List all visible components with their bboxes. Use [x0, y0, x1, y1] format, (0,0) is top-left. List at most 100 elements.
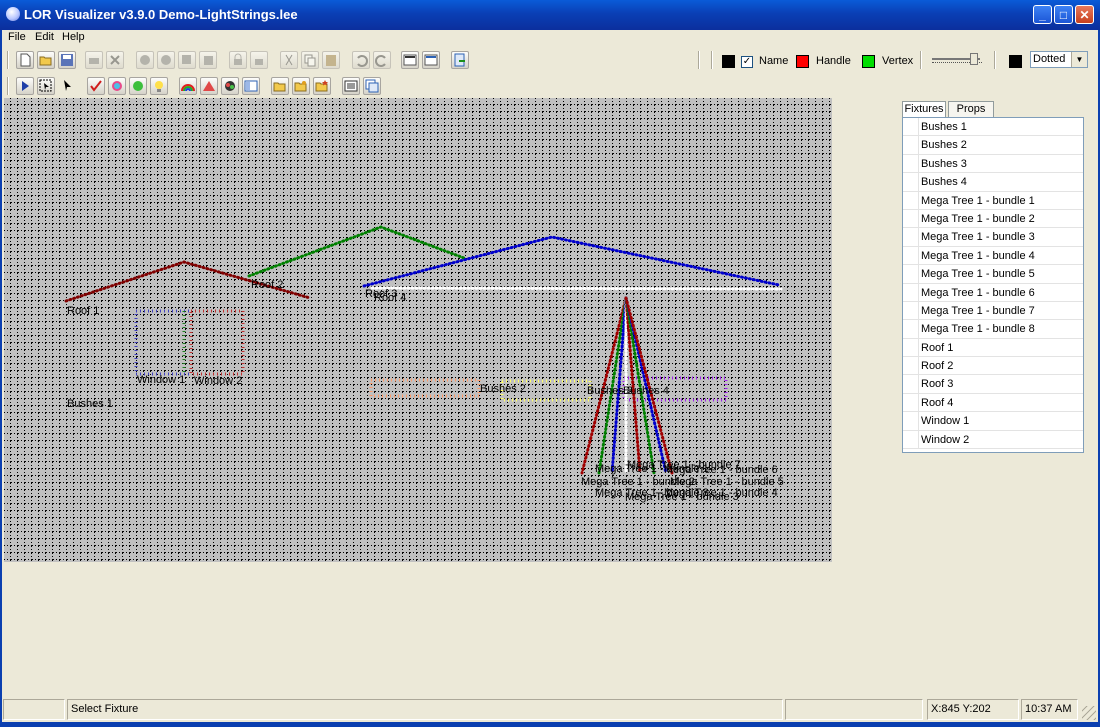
status-coords: X:845 Y:202	[927, 699, 1019, 720]
line-width-slider[interactable]	[932, 53, 982, 67]
open-file-icon[interactable]	[271, 77, 289, 95]
main-toolbar: ✓ Name Handle Vertex Dotted ▼	[0, 48, 1100, 72]
copy-icon[interactable]	[301, 51, 319, 69]
palette-icon[interactable]	[221, 77, 239, 95]
open-folder-icon[interactable]	[37, 51, 55, 69]
select-region-icon[interactable]	[37, 77, 55, 95]
unlock-icon[interactable]	[250, 51, 268, 69]
save-icon[interactable]	[58, 51, 76, 69]
window-frame-left	[0, 30, 2, 722]
list-item[interactable]: Bushes 1	[903, 118, 1083, 137]
redo-icon[interactable]	[373, 51, 391, 69]
label-bushes-4: Bushes 4	[623, 385, 669, 397]
bring-front-icon[interactable]	[178, 51, 196, 69]
group-icon[interactable]	[136, 51, 154, 69]
folder-star-icon[interactable]	[313, 77, 331, 95]
tab-fixtures[interactable]: Fixtures	[902, 101, 946, 118]
new-file-icon[interactable]	[16, 51, 34, 69]
resize-grip-icon[interactable]	[1082, 706, 1096, 720]
check-icon[interactable]	[87, 77, 105, 95]
list-icon[interactable]	[342, 77, 360, 95]
drawing-canvas[interactable]: Roof 1 Roof 2 Roof 3 Roof 4 Window 1 Win…	[4, 98, 832, 562]
list-item[interactable]: Bushes 2	[903, 136, 1083, 156]
name-label: Name	[759, 55, 789, 67]
list-item[interactable]: Roof 3	[903, 375, 1083, 395]
bulb-yellow-icon[interactable]	[150, 77, 168, 95]
list-item[interactable]: Bushes 4	[903, 173, 1083, 192]
canvas-svg[interactable]: Roof 1 Roof 2 Roof 3 Roof 4 Window 1 Win…	[4, 98, 832, 562]
label-roof-2: Roof 2	[251, 279, 283, 291]
folder-icon[interactable]	[292, 77, 310, 95]
delete-icon[interactable]	[106, 51, 124, 69]
bulb-green-icon[interactable]	[129, 77, 147, 95]
list-item[interactable]: Roof 1	[903, 338, 1083, 358]
list-item[interactable]: Mega Tree 1 - bundle 1	[903, 191, 1083, 211]
tab-props[interactable]: Props	[948, 101, 994, 117]
list-item[interactable]: Mega Tree 1 - bundle 4	[903, 246, 1083, 266]
copy-window-icon[interactable]	[363, 77, 381, 95]
list-item[interactable]: Mega Tree 1 - bundle 5	[903, 265, 1083, 284]
cut-icon[interactable]	[280, 51, 298, 69]
list-item[interactable]: Mega Tree 1 - bundle 3	[903, 228, 1083, 248]
triangle-icon[interactable]	[200, 77, 218, 95]
list-item[interactable]: Mega Tree 1 - bundle 6	[903, 283, 1083, 303]
list-item[interactable]: Mega Tree 1 - bundle 2	[903, 209, 1083, 229]
status-bar: Select Fixture X:845 Y:202 10:37 AM	[0, 698, 1100, 722]
layout-icon[interactable]	[242, 77, 260, 95]
status-message: Select Fixture	[67, 699, 783, 720]
list-item[interactable]: Bushes 3	[903, 154, 1083, 174]
label-roof-1: Roof 1	[67, 305, 99, 317]
label-roof-4: Roof 4	[374, 292, 406, 304]
vertex-color-swatch[interactable]	[862, 55, 875, 68]
name-color-swatch[interactable]	[722, 55, 735, 68]
status-pane-blank	[785, 699, 923, 720]
paste-icon[interactable]	[322, 51, 340, 69]
menu-edit[interactable]: Edit	[35, 31, 54, 43]
window-frame-bottom	[0, 722, 1100, 727]
menu-file[interactable]: File	[8, 31, 26, 43]
send-back-icon[interactable]	[199, 51, 217, 69]
grid-icon[interactable]	[422, 51, 440, 69]
export-icon[interactable]	[451, 51, 469, 69]
status-time: 10:37 AM	[1021, 699, 1078, 720]
list-item[interactable]: Window 1	[903, 412, 1083, 432]
lock-icon[interactable]	[229, 51, 247, 69]
close-icon[interactable]: ✕	[1075, 5, 1094, 24]
color-wheel-icon[interactable]	[108, 77, 126, 95]
status-pane-empty	[3, 699, 65, 720]
list-item[interactable]: Mega Tree 1 - bundle 8	[903, 320, 1083, 340]
maximize-icon[interactable]: □	[1054, 5, 1073, 24]
rainbow-icon[interactable]	[179, 77, 197, 95]
label-window-1: Window 1	[137, 374, 185, 386]
window-title: LOR Visualizer v3.9.0 Demo-LightStrings.…	[24, 7, 298, 22]
handle-color-swatch[interactable]	[796, 55, 809, 68]
label-mega-tree-1: Mega Tree 1 - bundle 1	[595, 463, 709, 475]
name-checkbox[interactable]: ✓	[741, 56, 753, 68]
label-mega-tree-3: Mega Tree 1 - bundle 3	[625, 491, 739, 503]
label-window-2: Window 2	[194, 375, 242, 387]
line-style-value: Dotted	[1033, 53, 1066, 65]
grid-color-swatch[interactable]	[1009, 55, 1022, 68]
chevron-down-icon[interactable]: ▼	[1071, 52, 1087, 67]
tools-toolbar	[0, 74, 1100, 98]
list-item[interactable]: Roof 2	[903, 357, 1083, 376]
list-item[interactable]: Window 2	[903, 430, 1083, 450]
list-item[interactable]: Mega Tree 1 - bundle 7	[903, 301, 1083, 321]
line-style-select[interactable]: Dotted ▼	[1030, 51, 1088, 68]
slider-thumb[interactable]	[970, 53, 978, 65]
print-icon[interactable]	[85, 51, 103, 69]
list-item[interactable]: Roof 4	[903, 393, 1083, 413]
label-bushes-2: Bushes 2	[480, 383, 526, 395]
play-icon[interactable]	[16, 77, 34, 95]
properties-icon[interactable]	[401, 51, 419, 69]
menu-help[interactable]: Help	[62, 31, 85, 43]
menu-bar: File Edit Help	[0, 30, 1100, 46]
app-bulb-icon[interactable]	[6, 7, 20, 21]
undo-icon[interactable]	[352, 51, 370, 69]
fixture-roof-4[interactable]	[370, 286, 784, 291]
vertex-label: Vertex	[882, 55, 914, 67]
ungroup-icon[interactable]	[157, 51, 175, 69]
minimize-icon[interactable]: _	[1033, 5, 1052, 24]
fixtures-list[interactable]: Bushes 1 Bushes 2 Bushes 3 Bushes 4 Mega Tre…	[902, 117, 1084, 453]
pointer-icon[interactable]	[58, 77, 76, 95]
